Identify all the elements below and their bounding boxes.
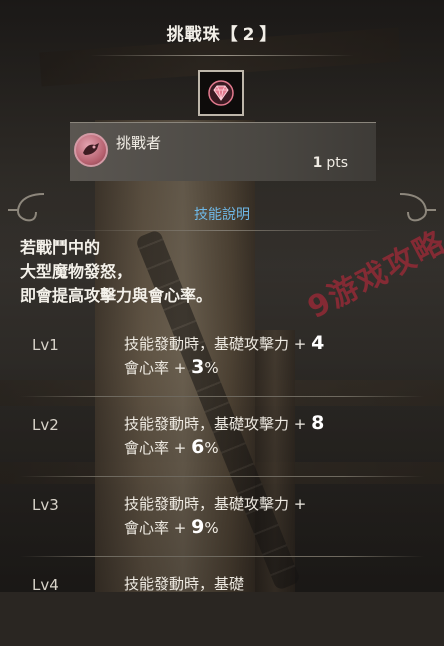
decoration-slot: [198, 70, 244, 116]
description-line: 大型魔物發怒，: [20, 262, 133, 281]
level-effect-attack: 技能發動時，基礎攻擊力 + 8: [124, 412, 324, 434]
level-effect-attack: 技能發動時，基礎攻擊力 + 4: [124, 332, 324, 354]
challenger-skill-icon: [74, 133, 108, 167]
skill-name: 挑戰者: [116, 134, 162, 152]
decoration-title-bar: 挑戰珠【 2】: [0, 0, 444, 64]
level-divider: [20, 396, 424, 397]
bracket-close: 】: [259, 25, 278, 45]
description-line: 若戰鬥中的: [20, 238, 101, 257]
level-row: Lv4 技能發動時，基礎: [0, 566, 444, 646]
skill-emblem-icon: [83, 143, 99, 155]
skill-description: 若戰鬥中的 大型魔物發怒， 即會提高攻擊力與會心率。: [20, 236, 212, 308]
level-effect-value: 9: [191, 516, 205, 538]
level-effect-attack: 技能發動時，基礎攻擊力 +: [124, 492, 306, 514]
level-effect-unit: %: [204, 359, 219, 377]
level-label: Lv4: [32, 576, 59, 594]
level-effect-value: 8: [311, 412, 325, 434]
level-label: Lv1: [32, 336, 59, 354]
level-row: Lv2 技能發動時，基礎攻擊力 + 8 會心率 + 6%: [0, 406, 444, 486]
skill-panel[interactable]: 挑戰者 1 pts: [70, 122, 376, 181]
level-effect-attack: 技能發動時，基礎: [124, 572, 244, 594]
level-effect-text: 會心率 +: [124, 519, 192, 537]
skill-points-unit: pts: [326, 155, 348, 171]
diamond-gem-icon: [208, 80, 234, 106]
skill-points-value: 1: [312, 155, 323, 171]
level-effect-value: 4: [311, 332, 325, 354]
level-effect-value: 6: [191, 436, 205, 458]
level-effect-text: 技能發動時，基礎: [124, 575, 245, 593]
level-label: Lv2: [32, 416, 59, 434]
section-divider: [60, 230, 384, 231]
level-effect-text: 技能發動時，基礎攻擊力 +: [124, 495, 307, 513]
description-line: 即會提高攻擊力與會心率。: [20, 286, 213, 305]
level-row: Lv1 技能發動時，基礎攻擊力 + 4 會心率 + 3%: [0, 326, 444, 406]
level-effect-unit: %: [204, 439, 219, 457]
bracket-open: 【: [220, 25, 239, 45]
skill-description-heading: 技能說明: [194, 207, 250, 223]
level-effect-text: 技能發動時，基礎攻擊力 +: [124, 415, 312, 433]
level-effect-text: 會心率 +: [124, 359, 192, 377]
decoration-level: 2: [242, 25, 256, 45]
level-effect-affinity: 會心率 + 3%: [124, 356, 219, 378]
level-effect-unit: %: [204, 519, 219, 537]
level-effect-text: 會心率 +: [124, 439, 192, 457]
level-divider: [20, 476, 424, 477]
title-divider: [90, 55, 354, 56]
level-effect-affinity: 會心率 + 6%: [124, 436, 219, 458]
level-row: Lv3 技能發動時，基礎攻擊力 + 會心率 + 9%: [0, 486, 444, 566]
level-effect-affinity: 會心率 + 9%: [124, 516, 219, 538]
level-label: Lv3: [32, 496, 59, 514]
level-effect-value: 3: [191, 356, 205, 378]
level-effect-text: 技能發動時，基礎攻擊力 +: [124, 335, 312, 353]
skill-points: 1 pts: [313, 155, 348, 171]
level-divider: [20, 556, 424, 557]
decoration-name: 挑戰珠: [166, 25, 221, 45]
decoration-title: 挑戰珠【 2】: [0, 20, 444, 45]
